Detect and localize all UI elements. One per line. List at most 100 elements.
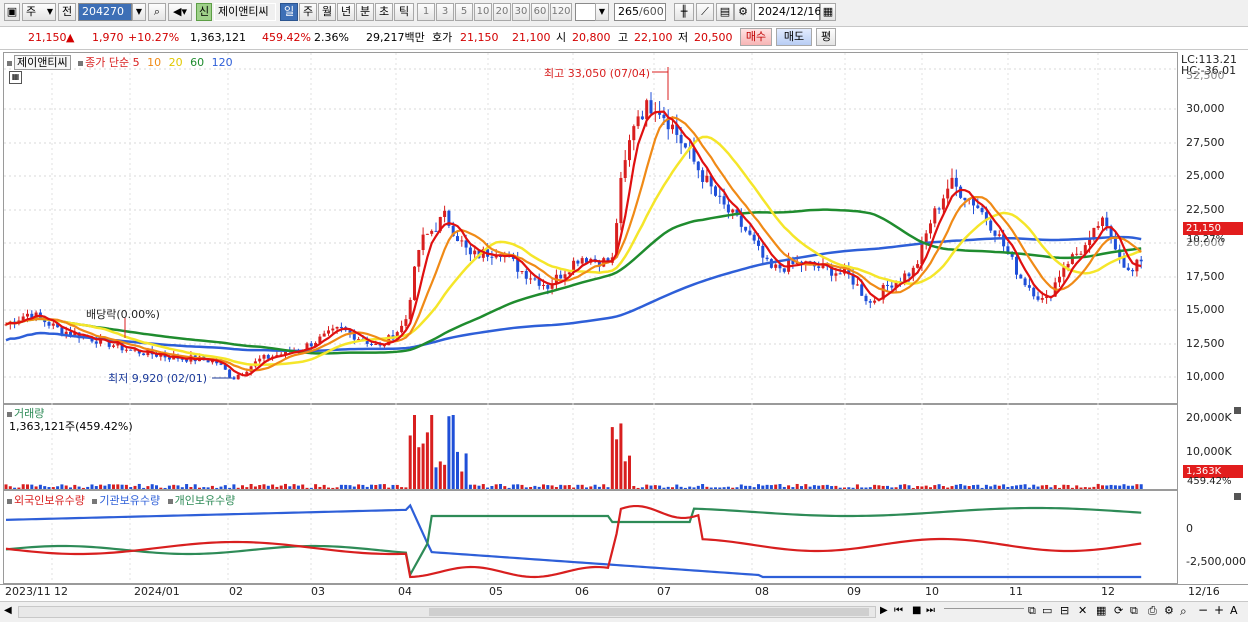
volume-bar xyxy=(262,484,266,489)
ma5-line xyxy=(5,110,1142,377)
candle-body xyxy=(112,345,115,347)
refresh-icon[interactable]: ⟳ xyxy=(1114,604,1123,617)
candle-body xyxy=(94,341,98,344)
copy-icon[interactable]: ⧉ xyxy=(1130,604,1138,618)
holding-tick: 0 xyxy=(1186,522,1193,535)
volume-bar xyxy=(658,485,662,489)
volume-bar xyxy=(430,415,434,489)
volume-bar xyxy=(860,487,864,489)
candle-body xyxy=(258,358,262,362)
candle-body xyxy=(683,143,687,148)
volume-bar xyxy=(357,484,361,489)
candle-body xyxy=(339,326,343,328)
volume-bar xyxy=(1019,484,1023,489)
candle-body xyxy=(1079,253,1083,255)
volume-bar xyxy=(451,415,455,489)
volume-bar xyxy=(739,484,743,489)
layout-slider[interactable] xyxy=(944,608,1024,615)
volume-bar xyxy=(890,487,894,489)
volume-bar xyxy=(873,484,877,489)
scroll-left-icon[interactable]: ◀ xyxy=(4,605,12,616)
volume-bar xyxy=(266,485,270,489)
candle-body xyxy=(529,278,533,280)
candle-body xyxy=(262,355,266,359)
volume-bar xyxy=(976,484,980,489)
volume-bar xyxy=(1126,485,1130,489)
x-label: 09 xyxy=(847,585,861,598)
volume-bar xyxy=(782,486,786,489)
split-view-icon[interactable]: ⧉ xyxy=(1028,604,1036,618)
volume-bar xyxy=(210,485,214,489)
legend-prefix: 종가 단순 xyxy=(85,56,130,69)
volume-bar xyxy=(1105,485,1109,489)
horizontal-scrollbar[interactable] xyxy=(18,606,876,618)
volume-bar xyxy=(920,486,924,489)
volume-bar xyxy=(757,484,760,489)
candle-body xyxy=(886,284,889,286)
volume-bar xyxy=(791,487,795,489)
zoom-in-button[interactable]: + xyxy=(1214,603,1224,617)
zoom-out-button[interactable]: − xyxy=(1198,603,1208,617)
candle-body xyxy=(567,272,571,275)
last-page-icon[interactable]: ⏭ xyxy=(926,605,935,616)
volume-bar xyxy=(146,486,150,489)
volume-bar xyxy=(305,487,309,489)
candle-body xyxy=(1101,217,1104,227)
scrollbar-thumb[interactable] xyxy=(429,608,869,616)
volume-bar xyxy=(993,484,997,489)
volume-bar xyxy=(120,484,124,489)
candle-body xyxy=(726,204,730,213)
volume-bar xyxy=(236,487,240,489)
volume-bar xyxy=(997,485,1001,489)
candle-body xyxy=(705,175,709,182)
grid-icon[interactable]: ▦ xyxy=(1096,604,1106,617)
first-page-icon[interactable]: ⏮ xyxy=(894,605,903,616)
legend-ma120: 120 xyxy=(211,56,233,69)
cross-cursor-icon[interactable]: ✕ xyxy=(1078,604,1087,617)
x-axis xyxy=(0,584,1248,601)
volume-bar xyxy=(937,484,941,489)
candle-body xyxy=(464,240,468,248)
candle-body xyxy=(473,250,477,255)
volume-bar xyxy=(1118,485,1122,489)
candle-body xyxy=(1066,263,1070,268)
candle-body xyxy=(817,266,821,268)
volume-bar xyxy=(1032,484,1036,489)
x-label: 2024/01 xyxy=(134,585,180,598)
settings-icon[interactable]: ⚙ xyxy=(1164,604,1174,617)
volume-bar xyxy=(714,487,717,489)
compare-icon[interactable]: ⊟ xyxy=(1060,604,1069,617)
candle-body xyxy=(417,250,421,267)
volume-tick: 10,000K xyxy=(1186,445,1232,458)
candle-body xyxy=(142,353,146,356)
x-label: 03 xyxy=(311,585,325,598)
volume-bar xyxy=(959,484,963,489)
font-size-button[interactable]: A xyxy=(1230,604,1238,617)
volume-bar xyxy=(963,485,967,489)
volume-bar xyxy=(477,485,481,489)
legend-square-icon xyxy=(92,498,98,504)
holding-panel-close-icon[interactable] xyxy=(1234,493,1241,500)
candle-body xyxy=(739,215,743,227)
candle-body xyxy=(924,233,928,243)
volume-bar xyxy=(56,486,60,489)
volume-panel-close-icon[interactable] xyxy=(1234,407,1241,414)
candle-body xyxy=(129,349,133,351)
zoom-search-icon[interactable]: ⌕ xyxy=(1180,604,1187,619)
volume-tick: 20,000K xyxy=(1186,411,1232,424)
candle-body xyxy=(1040,297,1044,300)
x-end-label: 12/16 xyxy=(1188,585,1220,598)
candle-body xyxy=(937,208,941,210)
candle-body xyxy=(941,198,945,210)
print-icon[interactable]: ⎙ xyxy=(1148,604,1157,618)
scroll-right-icon[interactable]: ▶ xyxy=(880,605,888,616)
volume-bar xyxy=(524,487,528,489)
stop-icon[interactable]: ■ xyxy=(912,605,921,616)
volume-bar xyxy=(808,486,812,489)
price-tick: 12,500 xyxy=(1186,337,1225,350)
panel-menu-icon[interactable]: ▦ xyxy=(9,71,22,84)
volume-bar xyxy=(43,486,47,489)
volume-bar xyxy=(51,487,55,489)
volume-bar xyxy=(602,484,606,489)
multi-chart-icon[interactable]: ▭ xyxy=(1042,604,1052,617)
